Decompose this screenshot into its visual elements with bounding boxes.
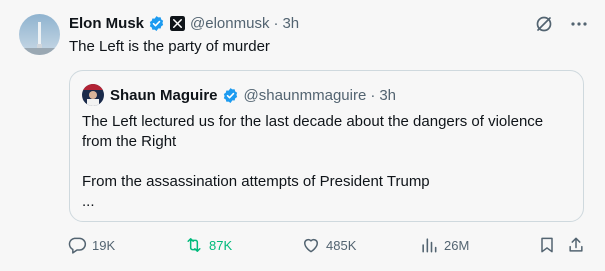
repost-icon — [187, 238, 201, 252]
quoted-line-2: From the assassination attempts of Presi… — [82, 173, 430, 190]
reply-count: 19K — [92, 237, 116, 253]
separator-dot: · — [370, 86, 376, 104]
reply-button[interactable]: 19K — [67, 235, 115, 255]
repost-count: 87K — [209, 237, 233, 253]
views-icon — [422, 238, 437, 253]
more-icon[interactable] — [570, 15, 588, 38]
verified-badge-icon — [148, 15, 165, 32]
post-avatar[interactable] — [19, 14, 60, 55]
reply-icon — [68, 237, 87, 254]
views-count: 26M — [444, 237, 470, 253]
bookmark-icon — [541, 237, 553, 253]
action-bar: 19K 87K 485K 26M — [67, 235, 587, 257]
quoted-line-1: The Left lectured us for the last decade… — [82, 113, 544, 150]
quoted-post[interactable]: Shaun Maguire @shaunmmaguire · 3h The Le… — [69, 70, 584, 222]
quoted-author-handle[interactable]: @shaunmmaguire — [244, 87, 367, 104]
repost-button[interactable]: 87K — [184, 235, 232, 255]
separator-dot: · — [273, 14, 279, 32]
top-right-actions — [534, 14, 588, 39]
views-button[interactable]: 26M — [419, 235, 469, 255]
quoted-avatar[interactable] — [82, 84, 104, 106]
share-button[interactable] — [566, 235, 586, 255]
post-header: Elon Musk @elonmusk · 3h — [69, 13, 299, 33]
quoted-text: The Left lectured us for the last decade… — [82, 112, 572, 212]
verified-badge-icon — [222, 87, 239, 104]
share-icon — [569, 237, 583, 252]
quoted-ellipsis: ... — [82, 193, 95, 210]
bookmark-button[interactable] — [537, 235, 557, 255]
like-count: 485K — [326, 237, 357, 253]
x-logo-icon — [170, 15, 186, 31]
like-button[interactable]: 485K — [301, 235, 356, 255]
quoted-header: Shaun Maguire @shaunmmaguire · 3h — [110, 85, 396, 105]
author-name[interactable]: Elon Musk — [69, 15, 144, 32]
quoted-time[interactable]: 3h — [379, 87, 396, 104]
like-icon — [304, 238, 318, 253]
post-time[interactable]: 3h — [282, 15, 299, 32]
quoted-author-name[interactable]: Shaun Maguire — [110, 87, 218, 104]
author-handle[interactable]: @elonmusk — [190, 15, 269, 32]
grok-icon[interactable] — [534, 14, 554, 39]
post-text: The Left is the party of murder — [69, 38, 270, 55]
